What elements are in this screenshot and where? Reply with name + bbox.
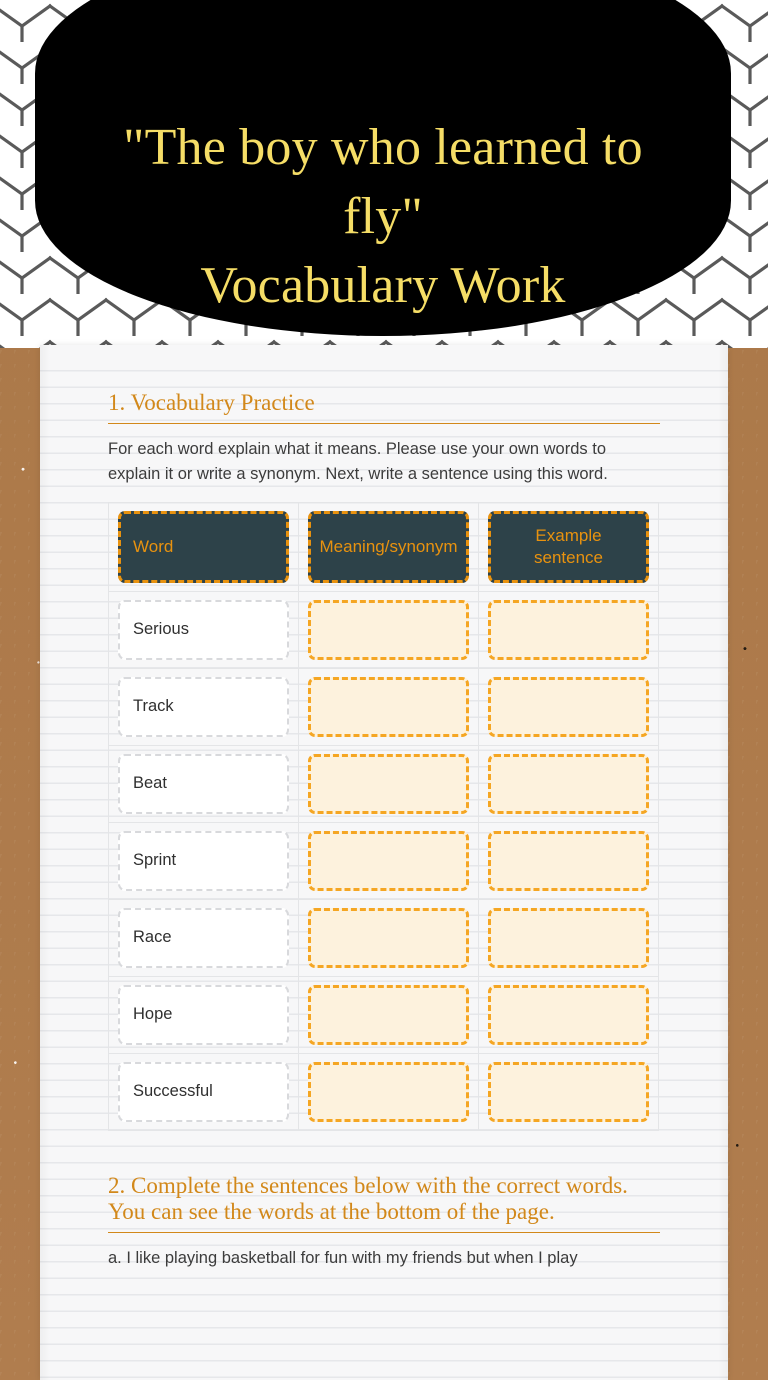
- meaning-answer-field[interactable]: [308, 830, 469, 891]
- worksheet-paper: 1. Vocabulary Practice For each word exp…: [40, 345, 728, 1380]
- word-cell-container: Successful: [108, 1052, 299, 1131]
- section-1-heading: 1. Vocabulary Practice: [108, 390, 315, 415]
- sentence-answer-field-container: [478, 898, 659, 977]
- section-1-divider: [108, 423, 660, 425]
- table-header-label: Example sentence: [488, 510, 649, 583]
- page-title: "The boy who learned to fly" Vocabulary …: [123, 118, 643, 314]
- sentence-answer-field[interactable]: [488, 1061, 649, 1122]
- vocabulary-word: Successful: [118, 1061, 289, 1122]
- sentence-answer-field[interactable]: [488, 599, 649, 660]
- section-2-heading: 2. Complete the sentences below with the…: [108, 1172, 628, 1224]
- sentence-answer-field-container: [478, 667, 659, 746]
- vocabulary-word: Track: [118, 676, 289, 737]
- meaning-answer-field-container: [298, 975, 479, 1054]
- sentence-answer-field-container: [478, 975, 659, 1054]
- sentence-answer-field-container: [478, 1052, 659, 1131]
- section-2: 2. Complete the sentences below with the…: [108, 1173, 660, 1271]
- sentence-answer-field-container: [478, 590, 659, 669]
- word-cell-container: Track: [108, 667, 299, 746]
- sentence-answer-field[interactable]: [488, 676, 649, 737]
- vocabulary-word: Hope: [118, 984, 289, 1045]
- vocabulary-word: Serious: [118, 599, 289, 660]
- meaning-answer-field[interactable]: [308, 984, 469, 1045]
- meaning-answer-field-container: [298, 898, 479, 977]
- table-row: Serious: [108, 590, 659, 669]
- table-row: Beat: [108, 744, 659, 823]
- table-row: Hope: [108, 975, 659, 1054]
- table-row: Sprint: [108, 821, 659, 900]
- meaning-answer-field[interactable]: [308, 1061, 469, 1122]
- meaning-answer-field-container: [298, 667, 479, 746]
- section-2-item-a: a. I like playing basketball for fun wit…: [108, 1249, 578, 1268]
- word-cell-container: Serious: [108, 590, 299, 669]
- meaning-answer-field[interactable]: [308, 599, 469, 660]
- sentence-answer-field[interactable]: [488, 984, 649, 1045]
- meaning-answer-field-container: [298, 1052, 479, 1131]
- worksheet-page: "The boy who learned to fly" Vocabulary …: [0, 0, 768, 1380]
- section-2-divider: [108, 1232, 660, 1234]
- vocabulary-word: Race: [118, 907, 289, 968]
- table-header-row: Word Meaning/synonym Example sentence: [108, 501, 659, 592]
- meaning-answer-field-container: [298, 590, 479, 669]
- meaning-answer-field-container: [298, 821, 479, 900]
- sentence-answer-field[interactable]: [488, 830, 649, 891]
- word-cell-container: Race: [108, 898, 299, 977]
- vocabulary-word: Sprint: [118, 830, 289, 891]
- table-row: Track: [108, 667, 659, 746]
- sentence-answer-field-container: [478, 744, 659, 823]
- table-header-cell: Meaning/synonym: [298, 501, 479, 592]
- sentence-answer-field[interactable]: [488, 753, 649, 814]
- meaning-answer-field[interactable]: [308, 676, 469, 737]
- table-header-cell: Word: [108, 501, 299, 592]
- section-1: 1. Vocabulary Practice For each word exp…: [108, 390, 660, 1131]
- table-header-label: Word: [118, 510, 289, 583]
- table-row: Race: [108, 898, 659, 977]
- table-row: Successful: [108, 1052, 659, 1131]
- word-cell-container: Sprint: [108, 821, 299, 900]
- meaning-answer-field[interactable]: [308, 907, 469, 968]
- table-header-label: Meaning/synonym: [308, 510, 469, 583]
- title-banner: "The boy who learned to fly" Vocabulary …: [35, 0, 731, 336]
- word-cell-container: Beat: [108, 744, 299, 823]
- meaning-answer-field[interactable]: [308, 753, 469, 814]
- section-1-instructions: For each word explain what it means. Ple…: [108, 440, 608, 484]
- sentence-answer-field[interactable]: [488, 907, 649, 968]
- sentence-answer-field-container: [478, 821, 659, 900]
- table-header-cell: Example sentence: [478, 501, 659, 592]
- vocabulary-word: Beat: [118, 753, 289, 814]
- word-cell-container: Hope: [108, 975, 299, 1054]
- meaning-answer-field-container: [298, 744, 479, 823]
- vocabulary-table: Word Meaning/synonym Example sentence Serio…: [108, 501, 659, 1131]
